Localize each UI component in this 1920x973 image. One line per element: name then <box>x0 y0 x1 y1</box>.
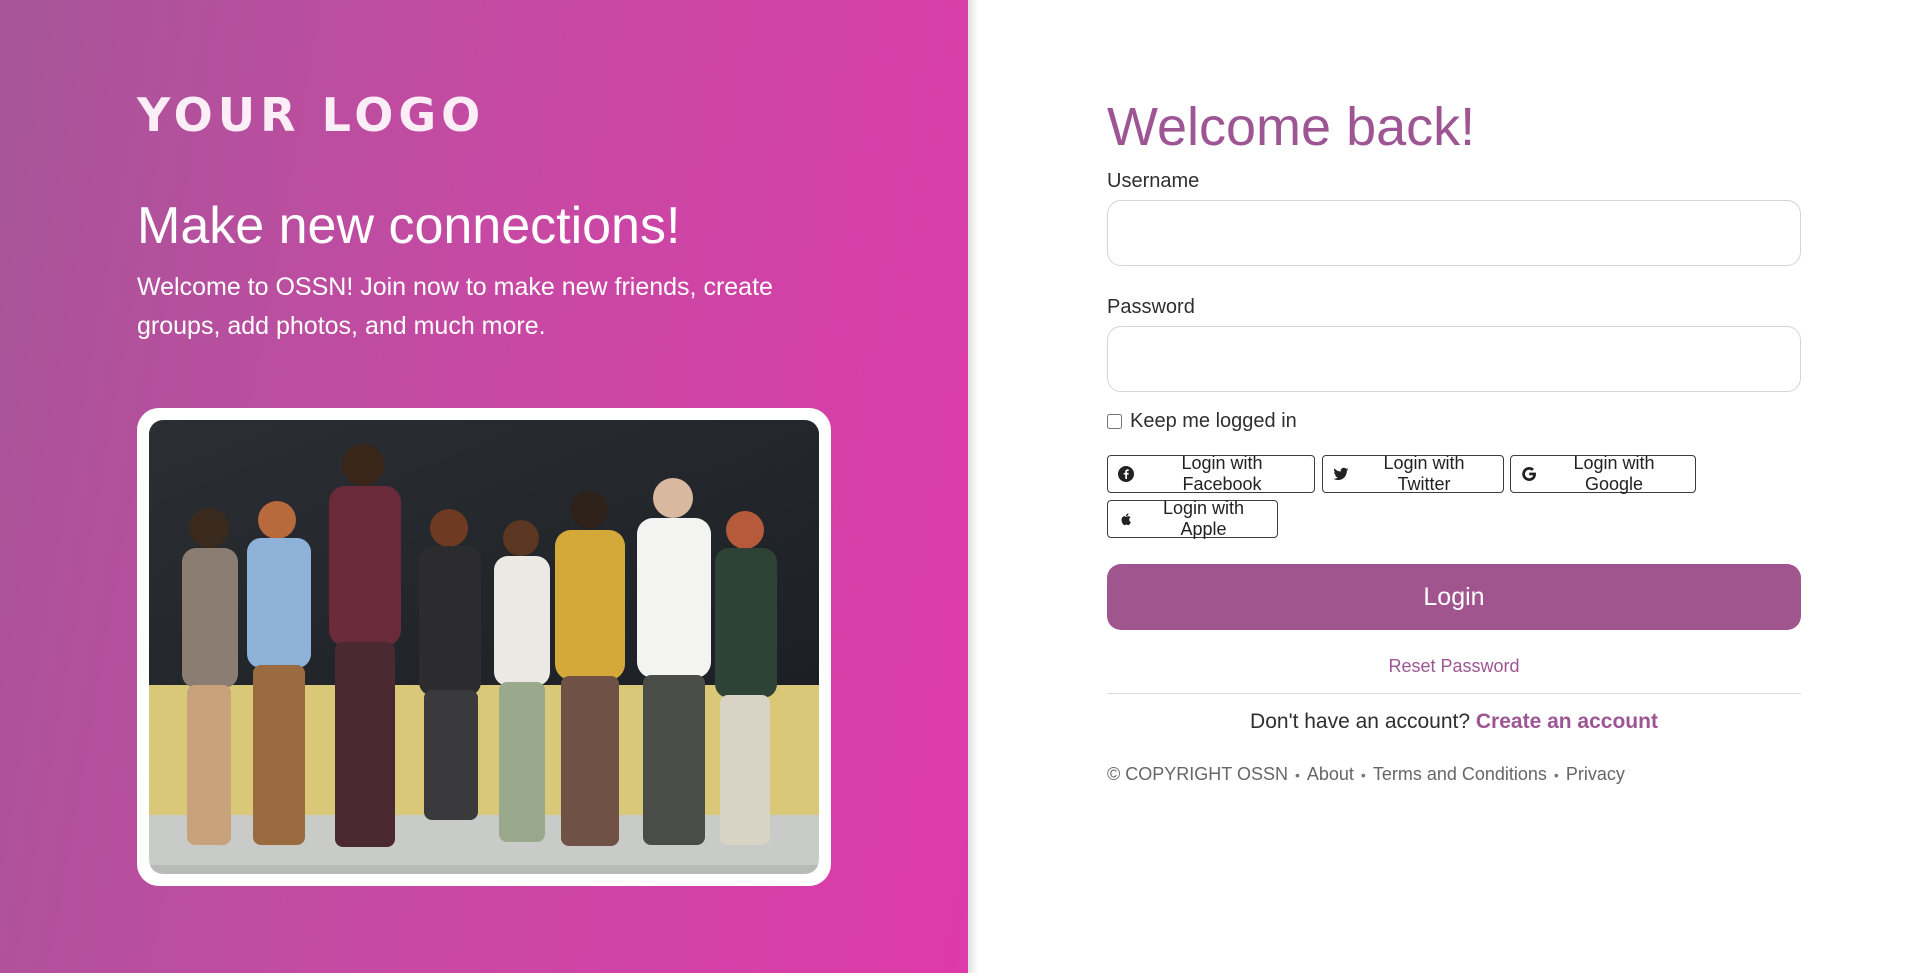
separator-dot: • <box>1294 766 1300 783</box>
login-facebook-button[interactable]: Login with Facebook <box>1107 453 1315 494</box>
branding-panel: YOUR LOGO Make new connections! Welcome … <box>0 0 968 973</box>
username-input[interactable] <box>1107 200 1801 266</box>
login-twitter-label: Login with Twitter <box>1383 453 1465 494</box>
signup-prompt-line: Don't have an account? Create an account <box>1107 710 1801 734</box>
login-button[interactable]: Login <box>1107 564 1801 630</box>
page-title: Welcome back! <box>1107 97 1476 157</box>
login-apple-button[interactable]: Login with Apple <box>1107 498 1278 539</box>
photo-frame <box>137 408 831 886</box>
footer-link-privacy[interactable]: Privacy <box>1566 764 1625 785</box>
login-panel: Welcome back! Username Password Keep me … <box>978 0 1920 973</box>
hero-description: Welcome to OSSN! Join now to make new fr… <box>137 273 773 340</box>
password-input[interactable] <box>1107 326 1801 392</box>
group-photo-image <box>149 420 819 874</box>
panel-shadow <box>968 0 978 973</box>
password-label: Password <box>1107 296 1195 318</box>
remember-label: Keep me logged in <box>1130 410 1297 432</box>
divider <box>1107 693 1801 694</box>
footer-link-terms[interactable]: Terms and Conditions <box>1373 764 1547 785</box>
username-label: Username <box>1107 170 1200 192</box>
create-account-link[interactable]: Create an account <box>1476 710 1658 733</box>
copyright-text: © COPYRIGHT OSSN <box>1107 764 1288 784</box>
login-google-label: Login with Google <box>1573 453 1655 494</box>
remember-me[interactable]: Keep me logged in <box>1107 410 1297 433</box>
login-apple-label: Login with Apple <box>1162 498 1245 539</box>
login-twitter-button[interactable]: Login with Twitter <box>1322 453 1504 494</box>
footer-link-about[interactable]: About <box>1307 764 1354 785</box>
signup-prompt: Don't have an account? <box>1250 710 1471 733</box>
footer: © COPYRIGHT OSSN • About • Terms and Con… <box>1107 764 1625 785</box>
login-facebook-label: Login with Facebook <box>1181 453 1263 494</box>
site-logo: YOUR LOGO <box>137 88 486 142</box>
facebook-icon <box>1118 466 1134 482</box>
apple-icon <box>1121 513 1131 526</box>
login-google-button[interactable]: Login with Google <box>1510 453 1696 494</box>
hero-title: Make new connections! <box>137 197 681 255</box>
google-icon <box>1522 467 1536 481</box>
reset-password-link[interactable]: Reset Password <box>1107 656 1801 677</box>
separator-dot: • <box>1360 766 1366 783</box>
twitter-icon <box>1333 467 1349 480</box>
separator-dot: • <box>1553 766 1559 783</box>
remember-checkbox[interactable] <box>1107 414 1122 429</box>
